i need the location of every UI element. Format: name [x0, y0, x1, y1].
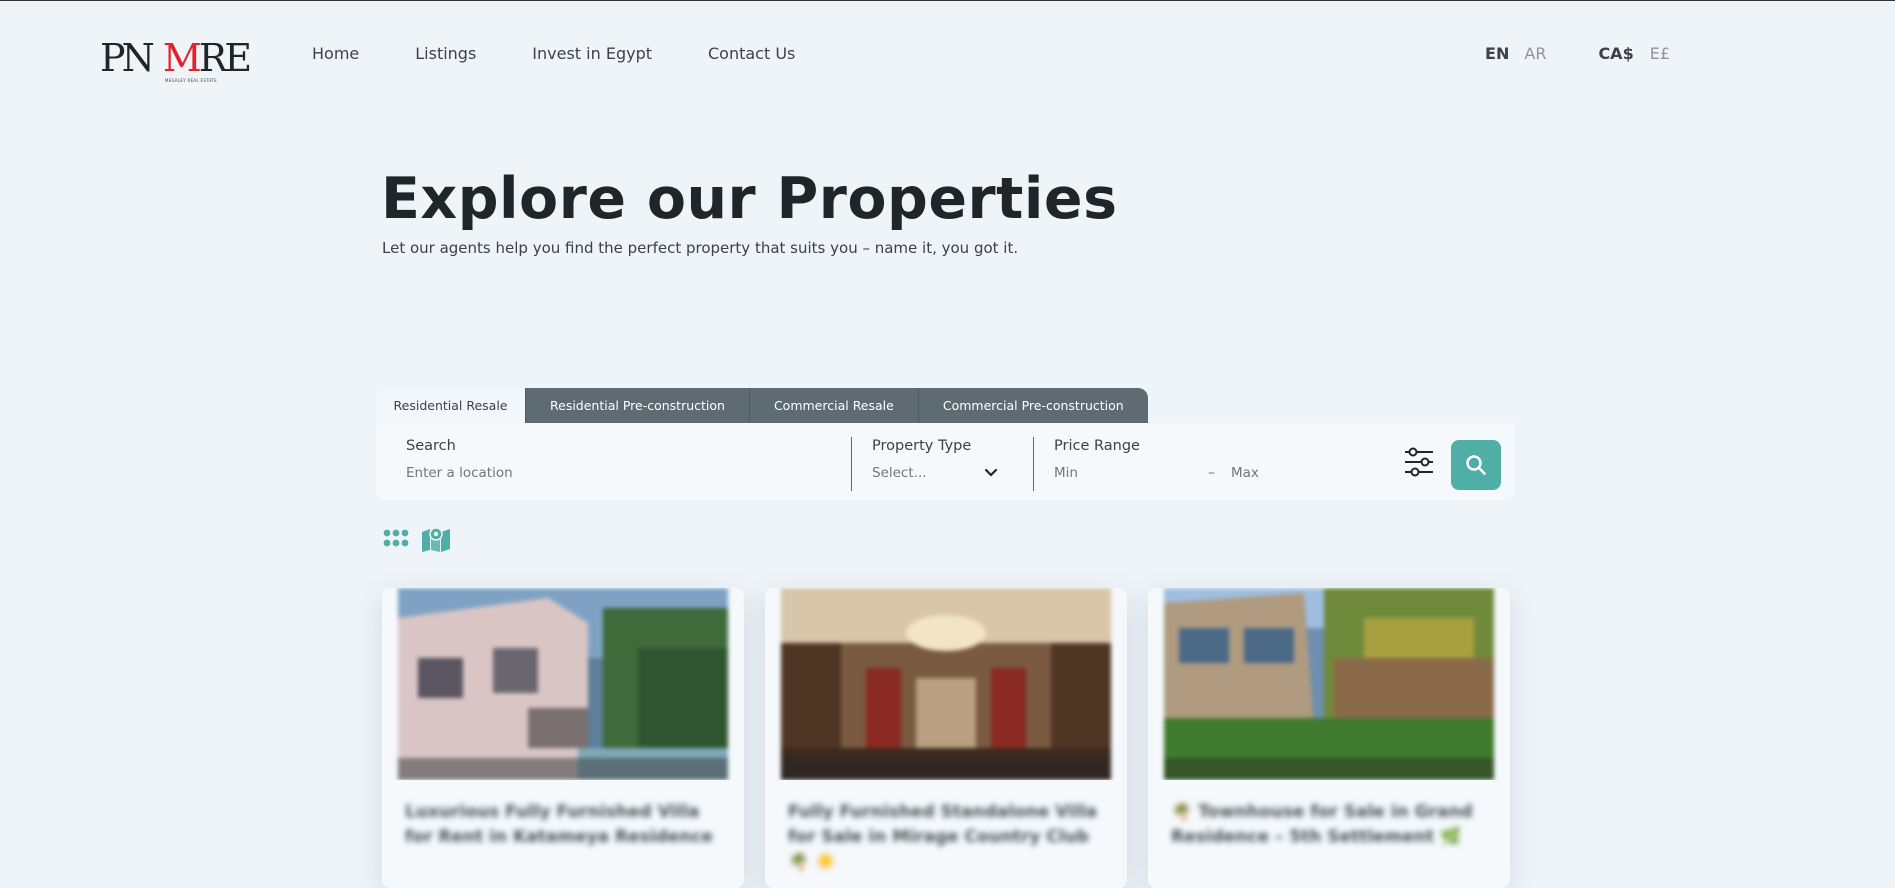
listing-image: [398, 588, 728, 780]
tab-commercial-preconstruction[interactable]: Commercial Pre-construction: [918, 388, 1148, 423]
listing-card[interactable]: 🌴 Townhouse for Sale in Grand Residence …: [1148, 588, 1510, 888]
lang-ar[interactable]: AR: [1524, 44, 1546, 63]
search-button[interactable]: [1451, 440, 1501, 490]
tab-residential-preconstruction[interactable]: Residential Pre-construction: [526, 388, 750, 423]
logo-pn: PN: [100, 36, 155, 80]
nav-contact-us[interactable]: Contact Us: [708, 44, 795, 63]
currency-egp[interactable]: E£: [1650, 44, 1670, 63]
site-logo[interactable]: PN MRE MEGALEY REAL ESTATE: [100, 32, 252, 83]
nav-listings[interactable]: Listings: [415, 44, 476, 63]
search-tabs: Residential Resale Residential Pre-const…: [376, 388, 1148, 423]
price-max-input[interactable]: [1231, 465, 1381, 481]
logo-subtitle: MEGALEY REAL ESTATE: [164, 78, 217, 83]
chevron-down-icon: [984, 468, 998, 477]
listing-image: [781, 588, 1111, 780]
page-subtitle: Let our agents help you find the perfect…: [382, 239, 1019, 257]
listing-title: Luxurious Fully Furnished Villa for Rent…: [405, 802, 713, 847]
listing-card[interactable]: Fully Furnished Standalone Villa for Sal…: [765, 588, 1127, 888]
logo-mre: MRE MEGALEY REAL ESTATE: [163, 39, 252, 83]
page-title: Explore our Properties: [381, 166, 1118, 232]
field-divider: [1033, 437, 1034, 491]
property-type-label: Property Type: [872, 438, 972, 454]
logo-re: RE: [198, 36, 252, 80]
location-input[interactable]: [406, 465, 806, 481]
nav-invest-in-egypt[interactable]: Invest in Egypt: [532, 44, 652, 63]
listing-image: [1164, 588, 1494, 780]
listing-title: 🌴 Townhouse for Sale in Grand Residence …: [1171, 802, 1473, 847]
search-label: Search: [406, 438, 456, 454]
property-type-select[interactable]: Select...: [872, 463, 1002, 485]
currency-cad[interactable]: CA$: [1598, 44, 1633, 63]
magnifier-icon: [1466, 455, 1486, 475]
grid-view-icon[interactable]: [383, 529, 409, 549]
nav-home[interactable]: Home: [312, 44, 359, 63]
map-view-icon[interactable]: [421, 526, 451, 552]
price-range-dash: –: [1208, 465, 1215, 481]
listing-card[interactable]: Luxurious Fully Furnished Villa for Rent…: [382, 588, 744, 888]
price-range-label: Price Range: [1054, 438, 1140, 454]
price-min-input[interactable]: [1054, 465, 1194, 481]
lang-en[interactable]: EN: [1485, 44, 1509, 63]
search-panel: Search Property Type Select... Price Ran…: [376, 423, 1515, 500]
logo-m: M: [162, 36, 202, 80]
field-divider: [851, 437, 852, 491]
tab-residential-resale[interactable]: Residential Resale: [376, 388, 526, 423]
sliders-icon[interactable]: [1403, 447, 1435, 477]
main-nav: Home Listings Invest in Egypt Contact Us: [312, 44, 795, 63]
listing-title: Fully Furnished Standalone Villa for Sal…: [788, 802, 1097, 872]
property-type-value: Select...: [872, 465, 927, 481]
locale-switcher: EN AR CA$ E£: [1485, 44, 1670, 63]
tab-commercial-resale[interactable]: Commercial Resale: [749, 388, 919, 423]
